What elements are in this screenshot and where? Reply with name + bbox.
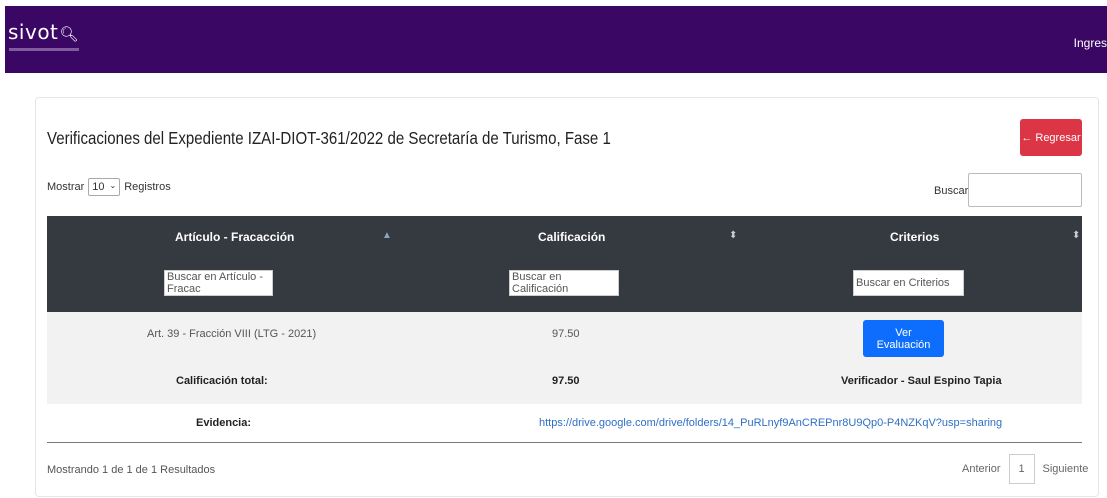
column-header-calificacion[interactable]: Calificación xyxy=(538,230,605,244)
sort-icon[interactable]: ⬍ xyxy=(729,230,737,241)
login-link[interactable]: Ingres xyxy=(1074,36,1107,50)
total-label: Calificación total: xyxy=(176,375,268,387)
evidence-label: Evidencia: xyxy=(196,417,252,429)
total-row: Calificación total: 97.50 Verificador - … xyxy=(47,358,1082,404)
table-info: Mostrando 1 de 1 de 1 Resultados xyxy=(47,464,216,476)
pagination: Anterior 1 Siguiente xyxy=(954,454,1096,484)
top-navbar: sivot🔍︎ Ingres xyxy=(5,6,1107,73)
chevron-down-icon: ⌄ xyxy=(109,181,117,190)
back-button[interactable]: ← Regresar xyxy=(1020,119,1082,156)
search-label: Buscar: xyxy=(934,185,972,197)
verifier-name: Verificador - Saul Espino Tapia xyxy=(841,375,1002,387)
arrow-left-icon: ← xyxy=(1021,131,1033,144)
cell-articulo: Art. 39 - Fracción VIII (LTG - 2021) xyxy=(147,328,317,340)
records-label: Registros xyxy=(124,181,171,193)
sort-icon[interactable]: ⬍ xyxy=(1072,230,1080,241)
view-evaluation-button[interactable]: Ver Evaluación xyxy=(863,320,944,357)
total-value: 97.50 xyxy=(552,375,580,387)
sort-asc-icon[interactable]: ▲ xyxy=(382,230,392,241)
logo-tagline xyxy=(9,48,79,51)
page-length-value: 10 xyxy=(92,181,105,193)
current-page-button[interactable]: 1 xyxy=(1008,454,1035,484)
sivot-logo[interactable]: sivot🔍︎ xyxy=(8,20,79,44)
search-input[interactable] xyxy=(968,173,1082,207)
cell-calificacion: 97.50 xyxy=(552,328,580,340)
search-person-icon: 🔍︎ xyxy=(59,25,79,43)
evidence-link[interactable]: https://drive.google.com/drive/folders/1… xyxy=(539,417,1002,429)
filter-calificacion-input[interactable]: Buscar en Calificación xyxy=(509,270,619,296)
show-label: Mostrar xyxy=(47,181,85,193)
filter-criterios-input[interactable]: Buscar en Criterios xyxy=(853,270,964,296)
filter-articulo-input[interactable]: Buscar en Artículo - Fracac xyxy=(164,270,273,296)
next-page-button[interactable]: Siguiente xyxy=(1035,463,1097,475)
prev-page-button[interactable]: Anterior xyxy=(954,463,1009,475)
page-length-select[interactable]: 10 ⌄ xyxy=(88,178,121,196)
table-header: Artículo - Fracacción ▲ Calificación ⬍ C… xyxy=(47,216,1082,312)
column-header-criterios[interactable]: Criterios xyxy=(890,230,939,244)
evidence-row: Evidencia: https://drive.google.com/driv… xyxy=(47,404,1082,443)
column-header-articulo[interactable]: Artículo - Fracacción xyxy=(175,230,294,244)
logo-text: sivot xyxy=(8,20,59,44)
back-button-label: Regresar xyxy=(1035,131,1081,144)
entries-length-control: Mostrar 10 ⌄ Registros xyxy=(47,178,171,196)
page-title: Verificaciones del Expediente IZAI-DIOT-… xyxy=(47,128,611,148)
verifications-card: Verificaciones del Expediente IZAI-DIOT-… xyxy=(35,97,1099,497)
